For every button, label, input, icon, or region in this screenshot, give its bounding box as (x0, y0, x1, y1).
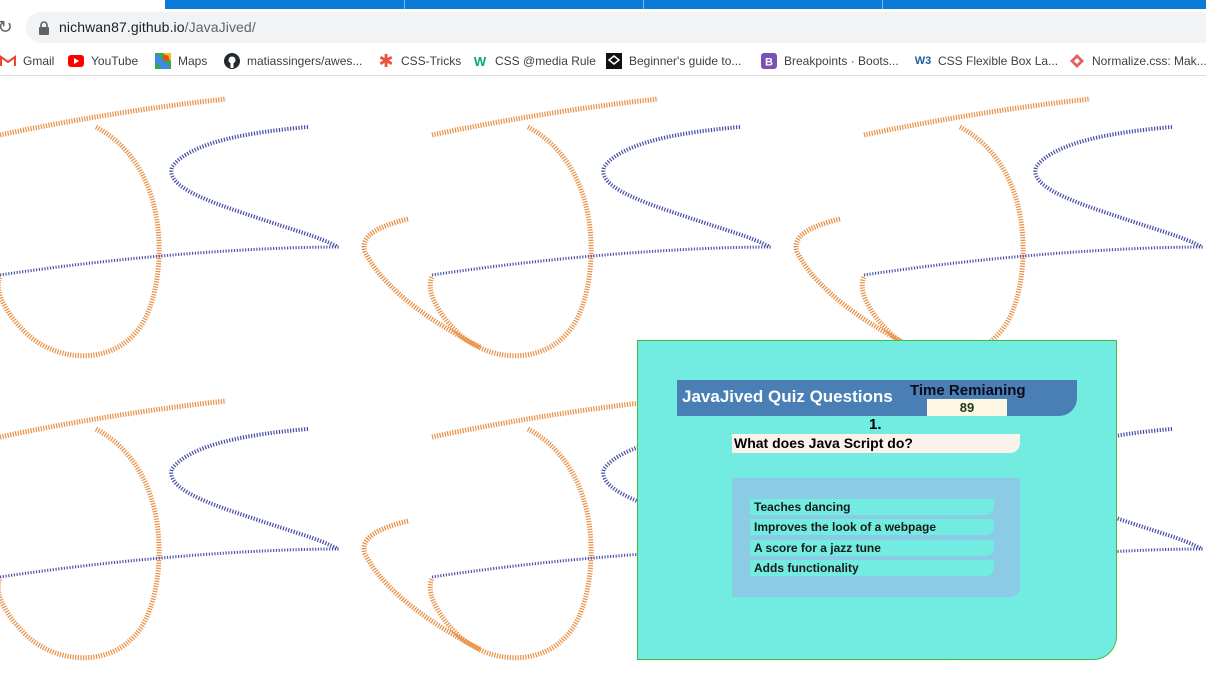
codepen-icon (606, 53, 622, 69)
page-content: JavaJived Quiz Questions Time Remianing … (0, 77, 1206, 693)
bookmark-label: CSS-Tricks (401, 54, 462, 68)
bookmarks-bar: Gmail YouTube Maps matiassingers/awes...… (0, 46, 1206, 76)
youtube-icon (68, 53, 84, 69)
bookmark-maps[interactable]: Maps (155, 51, 207, 71)
choices-container: Teaches dancing Improves the look of a w… (732, 478, 1020, 597)
pattern-tile (862, 99, 1204, 356)
bookmark-beginners-guide[interactable]: Beginner's guide to... (606, 51, 741, 71)
lock-icon (39, 21, 49, 35)
url-path: /JavaJived/ (184, 19, 256, 35)
bookmark-label: CSS @media Rule (495, 54, 596, 68)
bookmark-label: Maps (178, 54, 208, 68)
quiz-panel: JavaJived Quiz Questions Time Remianing … (637, 340, 1117, 660)
quiz-title: JavaJived Quiz Questions (682, 387, 893, 406)
tab-separator (643, 0, 644, 9)
url-host: nichwan87.github.io (59, 19, 185, 35)
bookmark-label: Beginner's guide to... (629, 54, 742, 68)
tab-strip-bar (165, 0, 1206, 9)
bookmark-breakpoints-bootstrap[interactable]: B Breakpoints · Boots... (761, 51, 899, 71)
choice-button[interactable]: Improves the look of a webpage (750, 519, 994, 535)
time-remaining-label: Time Remianing (910, 382, 1026, 399)
bookmark-normalize-css[interactable]: Normalize.css: Mak... (1069, 51, 1206, 71)
tab-separator (882, 0, 883, 9)
reload-icon[interactable]: ↻ (0, 17, 16, 39)
tab-separator (404, 0, 405, 9)
bookmark-matiassingers[interactable]: matiassingers/awes... (224, 51, 362, 71)
choice-button[interactable]: Adds functionality (750, 560, 994, 576)
css-tricks-icon: ✱ (378, 50, 394, 72)
bookmark-label: Breakpoints · Boots... (784, 54, 899, 68)
url-text[interactable]: nichwan87.github.io/JavaJived/ (59, 19, 256, 35)
bookmark-css-tricks[interactable]: ✱ CSS-Tricks (378, 50, 462, 72)
question-number: 1. (869, 416, 882, 433)
question-text: What does Java Script do? (732, 434, 1020, 453)
quiz-header: JavaJived Quiz Questions Time Remianing … (677, 380, 1077, 416)
tab-strip (0, 0, 1206, 9)
bookmark-css-flexible-box[interactable]: W3 CSS Flexible Box La... (915, 51, 1058, 71)
bookmark-label: Normalize.css: Mak... (1092, 54, 1206, 68)
bookmark-gmail[interactable]: Gmail (0, 51, 54, 71)
pattern-tile (0, 99, 340, 356)
address-bar: ↻ nichwan87.github.io/JavaJived/ (0, 9, 1206, 46)
bookmark-label: matiassingers/awes... (247, 54, 363, 68)
normalize-icon (1069, 53, 1085, 69)
github-icon (224, 53, 240, 69)
pattern-stroke (793, 216, 914, 350)
bookmark-label: YouTube (91, 54, 139, 68)
omnibox[interactable]: nichwan87.github.io/JavaJived/ (26, 12, 1206, 43)
bookmark-label: Gmail (23, 54, 55, 68)
bookmark-label: CSS Flexible Box La... (938, 54, 1059, 68)
pattern-tile (430, 99, 772, 356)
bookmark-youtube[interactable]: YouTube (68, 51, 138, 71)
pattern-tile (0, 401, 340, 658)
w3schools-icon: W (473, 53, 487, 69)
gmail-icon (0, 53, 16, 69)
maps-icon (155, 53, 171, 69)
bootstrap-icon: B (761, 53, 777, 69)
svg-text:B: B (765, 57, 773, 69)
pattern-stroke (361, 518, 482, 652)
w3c-icon: W3 (914, 55, 932, 67)
choice-button[interactable]: A score for a jazz tune (750, 540, 994, 556)
pattern-stroke (361, 216, 482, 350)
choice-button[interactable]: Teaches dancing (750, 499, 994, 515)
time-remaining-value: 89 (927, 399, 1007, 416)
bookmark-css-media-rule[interactable]: W CSS @media Rule (472, 51, 596, 71)
